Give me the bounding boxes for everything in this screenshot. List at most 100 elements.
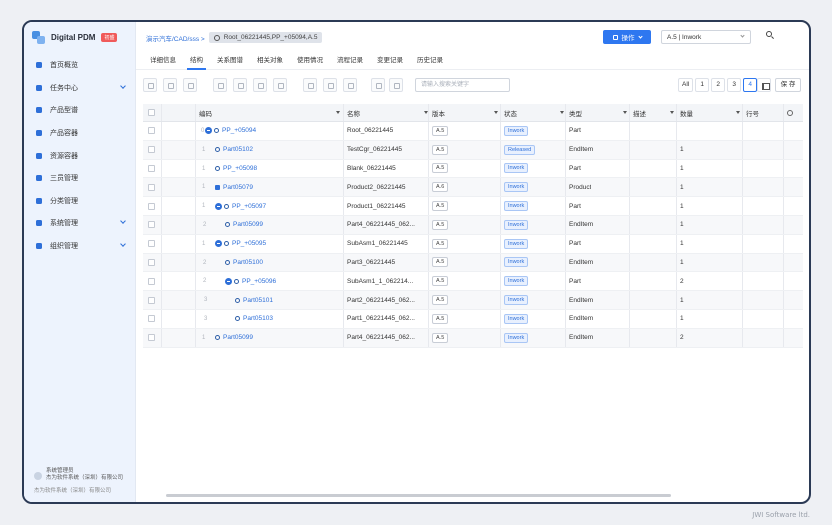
page-button[interactable]: 3 bbox=[727, 78, 742, 92]
table-row[interactable]: 3 Part05103 Part1_06221445_062... A.5 Inwork… bbox=[143, 309, 803, 329]
user-info[interactable]: 系统管理员 杰为软件系统（深圳）有限公司 bbox=[34, 468, 130, 482]
tab[interactable]: 流程记录 bbox=[330, 52, 370, 69]
move-down-button[interactable] bbox=[273, 78, 287, 92]
move-left-button[interactable] bbox=[213, 78, 227, 92]
row-checkbox[interactable] bbox=[148, 315, 155, 323]
sidebar-item[interactable]: 分类管理 bbox=[24, 190, 135, 213]
tab[interactable]: 详细信息 bbox=[143, 52, 183, 69]
table-row[interactable]: 1 Part05099 Part4_06221445_062... A.5 Inwork… bbox=[143, 328, 803, 348]
code-cell[interactable]: PP_+05098 bbox=[215, 160, 343, 178]
column-header[interactable]: 状态 bbox=[504, 104, 568, 121]
version-select[interactable]: A.5 | Inwork bbox=[661, 30, 751, 44]
insert-button[interactable] bbox=[163, 78, 177, 92]
table-row[interactable]: 2 Part05100 Part3_06221445 A.5 Inwork EndItem… bbox=[143, 253, 803, 273]
row-checkbox[interactable] bbox=[148, 334, 155, 342]
expand-button[interactable] bbox=[303, 78, 317, 92]
column-header[interactable]: 数量 bbox=[680, 104, 744, 121]
row-checkbox[interactable] bbox=[148, 296, 155, 304]
table-row[interactable]: 2 PP_+05096 SubAsm1_1_062214... A.5 Inwork Pa… bbox=[143, 272, 803, 292]
tab[interactable]: 变更记录 bbox=[370, 52, 410, 69]
code-cell[interactable]: PP_+05096 bbox=[225, 272, 343, 290]
sidebar-item[interactable]: 组织管理 bbox=[24, 235, 135, 258]
name-cell: Part4_06221445_062... bbox=[347, 221, 415, 229]
column-header[interactable]: 类型 bbox=[569, 104, 631, 121]
page-button[interactable]: All bbox=[678, 78, 694, 92]
sidebar-item[interactable]: 首页概览 bbox=[24, 54, 135, 77]
column-header[interactable]: 名称 bbox=[347, 104, 432, 121]
tab[interactable]: 结构 bbox=[183, 52, 210, 70]
breadcrumb-path[interactable]: 演示汽车/CAD/sss > bbox=[146, 33, 205, 43]
sidebar-item[interactable]: 任务中心 bbox=[24, 77, 135, 100]
settings-icon[interactable] bbox=[787, 109, 793, 116]
copy-button[interactable] bbox=[323, 78, 337, 92]
column-divider bbox=[742, 122, 743, 140]
row-checkbox[interactable] bbox=[148, 202, 155, 210]
column-header[interactable]: 版本 bbox=[432, 104, 502, 121]
collapse-icon[interactable] bbox=[215, 202, 222, 210]
code-cell[interactable]: PP_+05097 bbox=[215, 197, 343, 215]
sidebar-item[interactable]: 资源容器 bbox=[24, 144, 135, 167]
table-row[interactable]: 1 Part05079 Product2_06221445 A.6 Inwork Prod… bbox=[143, 178, 803, 198]
code-cell[interactable]: PP_+05095 bbox=[215, 235, 343, 253]
table-row[interactable]: 1 PP_+05095 SubAsm1_06221445 A.5 Inwork Part 1 bbox=[143, 234, 803, 254]
collapse-icon[interactable] bbox=[205, 127, 212, 135]
row-checkbox[interactable] bbox=[148, 258, 155, 266]
column-header[interactable]: 描述 bbox=[633, 104, 678, 121]
save-button[interactable]: 保 存 bbox=[775, 78, 801, 92]
select-all-checkbox[interactable] bbox=[148, 109, 155, 116]
page-button[interactable]: 4 bbox=[743, 78, 758, 92]
code-cell[interactable]: Part05103 bbox=[235, 310, 343, 328]
table-row[interactable]: 2 Part05099 Part4_06221445_062... A.5 Inwork… bbox=[143, 215, 803, 235]
table-row[interactable]: 1 PP_+05097 Product1_06221445 A.5 Inwork Part… bbox=[143, 197, 803, 216]
column-divider bbox=[428, 215, 429, 234]
code-cell[interactable]: Part05079 bbox=[215, 178, 343, 196]
code-cell[interactable]: Part05101 bbox=[235, 291, 343, 309]
move-up-button[interactable] bbox=[233, 78, 247, 92]
replace-button[interactable] bbox=[183, 78, 197, 92]
tab[interactable]: 历史记录 bbox=[410, 52, 450, 69]
sidebar-item[interactable]: 产品型谱 bbox=[24, 99, 135, 122]
code-cell[interactable]: Part05100 bbox=[225, 254, 343, 272]
table-row[interactable]: 3 Part05101 Part2_06221445_062... A.5 Inwork… bbox=[143, 291, 803, 310]
collapse-icon[interactable] bbox=[225, 277, 232, 285]
code-cell[interactable]: PP_+05094 bbox=[205, 122, 343, 140]
sidebar-item-label: 产品型谱 bbox=[50, 107, 78, 115]
tab[interactable]: 关系图谱 bbox=[210, 52, 250, 69]
page-button[interactable]: 2 bbox=[711, 78, 726, 92]
logo[interactable]: Digital PDM 初盛 bbox=[32, 30, 118, 44]
column-layout-button[interactable] bbox=[757, 78, 771, 92]
row-checkbox[interactable] bbox=[148, 240, 155, 248]
code-cell[interactable]: Part05099 bbox=[215, 329, 343, 347]
column-divider bbox=[500, 291, 501, 309]
collapse-icon[interactable] bbox=[215, 240, 222, 248]
row-checkbox[interactable] bbox=[148, 127, 155, 135]
row-checkbox[interactable] bbox=[148, 183, 155, 191]
refresh-button[interactable] bbox=[371, 78, 385, 92]
row-checkbox[interactable] bbox=[148, 146, 155, 154]
table-row[interactable]: 1 Part05102 TestCgr_06221445 A.5 Released End… bbox=[143, 140, 803, 160]
delete-button[interactable] bbox=[343, 78, 357, 92]
search-input[interactable]: 请输入搜索关键字 bbox=[415, 78, 510, 92]
add-child-button[interactable] bbox=[143, 78, 157, 92]
horizontal-scrollbar[interactable] bbox=[166, 494, 671, 497]
sidebar-item[interactable]: 产品容器 bbox=[24, 122, 135, 145]
move-right-button[interactable] bbox=[253, 78, 267, 92]
table-row[interactable]: 0 PP_+05094 Root_06221445 A.5 Inwork Part bbox=[143, 122, 803, 141]
page-button[interactable]: 1 bbox=[695, 78, 710, 92]
table-row[interactable]: 1 PP_+05098 Blank_06221445 A.5 Inwork Part 1 bbox=[143, 159, 803, 179]
version-cell: A.5 bbox=[432, 254, 449, 272]
row-checkbox[interactable] bbox=[148, 164, 155, 172]
code-cell[interactable]: Part05102 bbox=[215, 141, 343, 159]
column-header[interactable]: 行号 bbox=[746, 104, 786, 121]
export-button[interactable] bbox=[389, 78, 403, 92]
search-icon[interactable] bbox=[766, 31, 775, 40]
tab[interactable]: 使用情况 bbox=[290, 52, 330, 69]
column-header[interactable]: 编码 bbox=[199, 104, 344, 121]
sidebar-item[interactable]: 系统管理 bbox=[24, 212, 135, 235]
row-checkbox[interactable] bbox=[148, 221, 155, 229]
sidebar-item[interactable]: 三员管理 bbox=[24, 167, 135, 190]
operate-button[interactable]: 操作 bbox=[603, 30, 651, 44]
code-cell[interactable]: Part05099 bbox=[225, 216, 343, 234]
tab[interactable]: 相关对象 bbox=[250, 52, 290, 69]
row-checkbox[interactable] bbox=[148, 277, 155, 285]
